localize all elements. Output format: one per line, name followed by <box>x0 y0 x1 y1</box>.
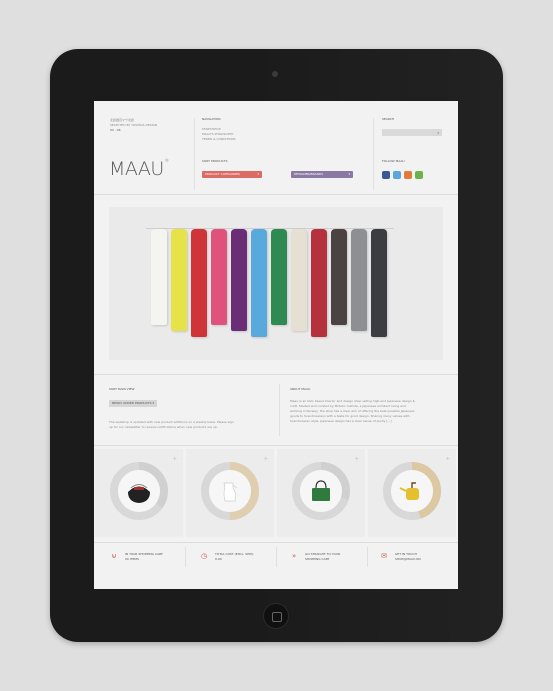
product-card[interactable]: + <box>368 449 456 537</box>
divider <box>94 445 458 446</box>
towel <box>271 229 287 325</box>
sort-products-title: SORT PRODUCTS <box>202 159 228 163</box>
designer-brands-dropdown[interactable]: DESIGNER/BRANDS ▾ <box>291 171 353 178</box>
towel <box>191 229 207 337</box>
sort-description-line2: up for our newsletter to receive notific… <box>109 425 218 429</box>
divider <box>279 384 280 436</box>
dropdown-label: PRODUCT CATEGORIES <box>205 172 240 176</box>
nav-item-start-shop[interactable]: START/SHOP <box>202 128 221 131</box>
divider <box>373 118 374 190</box>
chevron-down-icon: ▾ <box>257 172 259 176</box>
towel <box>151 229 167 325</box>
towel <box>371 229 387 337</box>
progress-ring <box>201 462 259 520</box>
sort-select[interactable]: NEWLY ADDED PRODUCTS ▾ <box>109 400 157 407</box>
arrow-icon[interactable]: » <box>290 552 298 560</box>
sort-select-value: NEWLY ADDED PRODUCTS <box>112 401 152 405</box>
nav-item-philosophy[interactable]: MAAU'S PHILOSOPHY <box>202 133 234 136</box>
towel <box>171 229 187 331</box>
chevron-down-icon: ▾ <box>152 401 154 405</box>
towel <box>231 229 247 331</box>
go-to-cart-label2[interactable]: SHOPPING CART <box>305 558 329 561</box>
facebook-icon[interactable] <box>382 171 390 179</box>
black-pot-icon <box>128 484 150 503</box>
towel <box>331 229 347 325</box>
search-title: SEARCH <box>382 117 395 121</box>
product-categories-dropdown[interactable]: PRODUCT CATEGORIES ▾ <box>202 171 262 178</box>
sort-description-line1: The webshop is updated with new product … <box>109 420 234 424</box>
towel <box>251 229 267 337</box>
about-title: ABOUT MAAU <box>290 387 311 391</box>
tagline: SELECTED BY YOSHIDA DESIGN <box>110 123 158 127</box>
about-text-line2: craft. Started and curated by Motoko Yos… <box>290 404 406 408</box>
divider <box>94 542 458 543</box>
divider <box>94 194 458 195</box>
total-cost-label: TOTAL COST (EXCL. SHIP): <box>215 552 255 556</box>
contact-label: GET IN TOUCH <box>395 552 417 556</box>
towel <box>311 229 327 337</box>
chevron-down-icon: ▾ <box>437 131 439 135</box>
add-icon[interactable]: + <box>173 456 177 462</box>
rss-icon[interactable] <box>404 171 412 179</box>
product-card[interactable]: + <box>277 449 365 537</box>
about-text-line1: Maau is an Oslo based interior and desig… <box>290 399 415 403</box>
total-cost-value: 0,00 <box>215 557 222 561</box>
add-icon[interactable]: + <box>264 456 268 462</box>
add-icon[interactable]: + <box>446 456 450 462</box>
cart-label: IN YOUR SHOPPING CART: <box>125 552 164 556</box>
contact-email[interactable]: SHOP@MAAU.NO <box>395 558 421 561</box>
about-text-line3: working in Norway, the shop has a clear … <box>290 409 415 413</box>
progress-ring <box>383 462 441 520</box>
sort-main-view-title: SORT MAIN VIEW <box>109 387 135 391</box>
share-icon[interactable] <box>415 171 423 179</box>
divider <box>367 547 368 567</box>
towel <box>351 229 367 331</box>
logo-text: MAAU <box>109 158 164 180</box>
product-card[interactable]: + <box>186 449 274 537</box>
divider <box>194 118 195 190</box>
add-icon[interactable]: + <box>355 456 359 462</box>
about-text-line4: goods to Scandinavians with a taste for … <box>290 414 410 418</box>
product-card[interactable]: + <box>95 449 183 537</box>
cart-count: 00 ITEMS <box>125 557 139 561</box>
go-to-cart-label[interactable]: GO STRAIGHT TO YOUR <box>305 553 340 556</box>
japanese-title: 北欧雑貨マウ北欧 <box>110 118 135 122</box>
search-input[interactable]: ▾ <box>382 129 442 136</box>
divider <box>185 547 186 567</box>
chevron-down-icon: ▾ <box>348 172 350 176</box>
towel <box>211 229 227 325</box>
progress-ring <box>292 462 350 520</box>
nav-item-terms[interactable]: TERMS & CONDITIONS <box>202 138 236 141</box>
about-text-line5: Scandinavian style, Japanese design has … <box>290 419 392 423</box>
navigation-title: NAVIGATION <box>202 117 221 121</box>
dropdown-label: DESIGNER/BRANDS <box>294 172 324 176</box>
registered-mark-icon: ® <box>164 158 169 163</box>
progress-ring <box>110 462 168 520</box>
webpage-screen: 北欧雑貨マウ北欧 SELECTED BY YOSHIDA DESIGN 03 ·… <box>94 101 458 589</box>
maau-logo[interactable]: MAAU® <box>109 158 169 180</box>
tagline-date: 03 · 06 <box>110 128 121 132</box>
follow-title: FOLLOW MAAU <box>382 159 405 163</box>
divider <box>94 374 458 375</box>
mail-icon[interactable]: ✉ <box>380 552 388 560</box>
twitter-icon[interactable] <box>393 171 401 179</box>
cart-icon[interactable]: ⊌ <box>110 552 118 560</box>
camera-icon <box>272 71 278 77</box>
divider <box>276 547 277 567</box>
towel <box>291 229 307 331</box>
cost-icon: ◷ <box>200 552 208 560</box>
home-button[interactable] <box>263 603 289 629</box>
